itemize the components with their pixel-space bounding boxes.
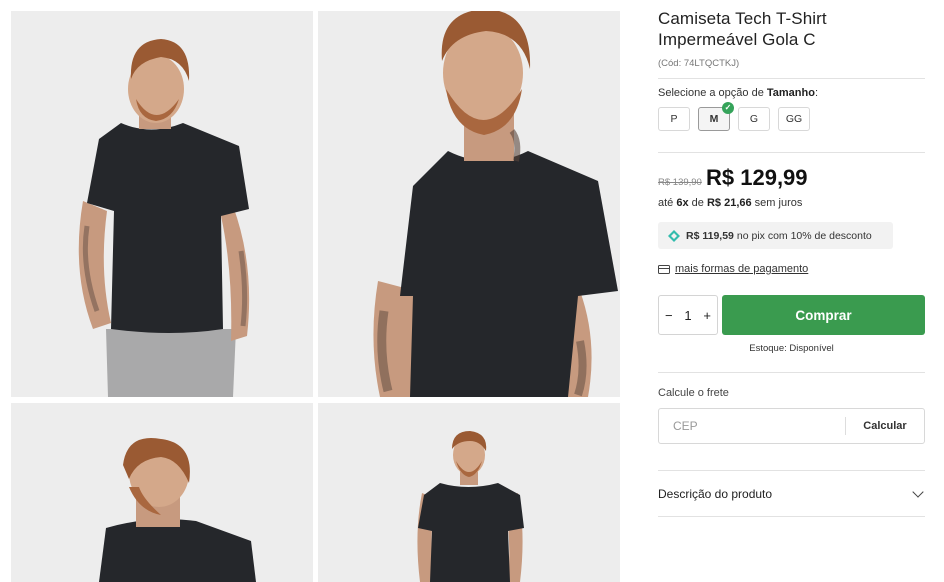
installments-mid: de [688,197,707,209]
product-description-toggle[interactable]: Descrição do produto [658,471,925,516]
size-option-m[interactable]: M ✓ [698,102,734,131]
credit-card-icon [658,264,670,274]
product-photo-full[interactable] [318,403,620,582]
cep-form: Calcular [658,408,925,444]
product-title: Camiseta Tech T-Shirt Impermeável Gola C [658,8,925,50]
qty-decrease-button[interactable]: − [665,308,673,323]
qty-value[interactable]: 1 [684,308,691,323]
size-option-p[interactable]: P [658,107,690,131]
size-option-m-label: M [709,113,719,125]
size-option-gg[interactable]: GG [778,107,810,131]
qty-increase-button[interactable]: + [703,308,711,323]
size-prompt-prefix: Selecione a opção de [658,87,767,99]
product-photo-back[interactable] [11,403,313,582]
calculate-shipping-button[interactable]: Calcular [846,409,924,443]
quantity-stepper: − 1 + [658,295,718,335]
size-option-g[interactable]: G [738,107,770,131]
divider [658,152,925,153]
pix-icon [668,229,680,242]
product-title-line1: Camiseta Tech T-Shirt [658,9,827,28]
payment-link-text[interactable]: mais formas de pagamento [675,263,808,275]
current-price: R$ 129,99 [706,165,808,190]
installments-text: até 6x de R$ 21,66 sem juros [658,197,802,209]
size-options: P M ✓ G GG [658,102,810,131]
product-photo-closeup[interactable] [318,11,620,397]
size-prompt: Selecione a opção de Tamanho: [658,87,818,99]
product-gallery [0,0,630,582]
installments-suffix: sem juros [751,197,803,209]
size-prompt-bold: Tamanho [766,87,815,99]
shipping-label: Calcule o frete [658,387,729,399]
cep-input[interactable] [659,408,845,444]
divider [658,78,925,79]
installments-value: R$ 21,66 [706,197,752,209]
divider [658,372,925,373]
buy-button[interactable]: Comprar [722,295,925,335]
pix-discount-badge: R$ 119,59 no pix com 10% de desconto [658,222,893,249]
divider [658,516,925,517]
installments-prefix: até [658,197,677,209]
product-details: Camiseta Tech T-Shirt Impermeável Gola C… [658,0,925,582]
product-photo-front[interactable] [11,11,313,397]
size-prompt-suffix: : [814,87,819,99]
installments-count: 6x [676,197,689,209]
old-price: R$ 139,90 [658,177,702,188]
chevron-down-icon [912,485,924,498]
description-label: Descrição do produto [658,486,773,501]
stock-status: Estoque: Disponível [749,343,834,354]
check-icon: ✓ [722,102,734,114]
pix-value: R$ 119,59 [686,229,734,242]
pix-text: no pix com 10% de desconto [736,229,872,242]
payment-options-link[interactable]: mais formas de pagamento [658,263,808,275]
product-sku: (Cód: 74LTQCTKJ) [658,58,740,69]
product-title-line2: Impermeável Gola C [658,30,816,49]
